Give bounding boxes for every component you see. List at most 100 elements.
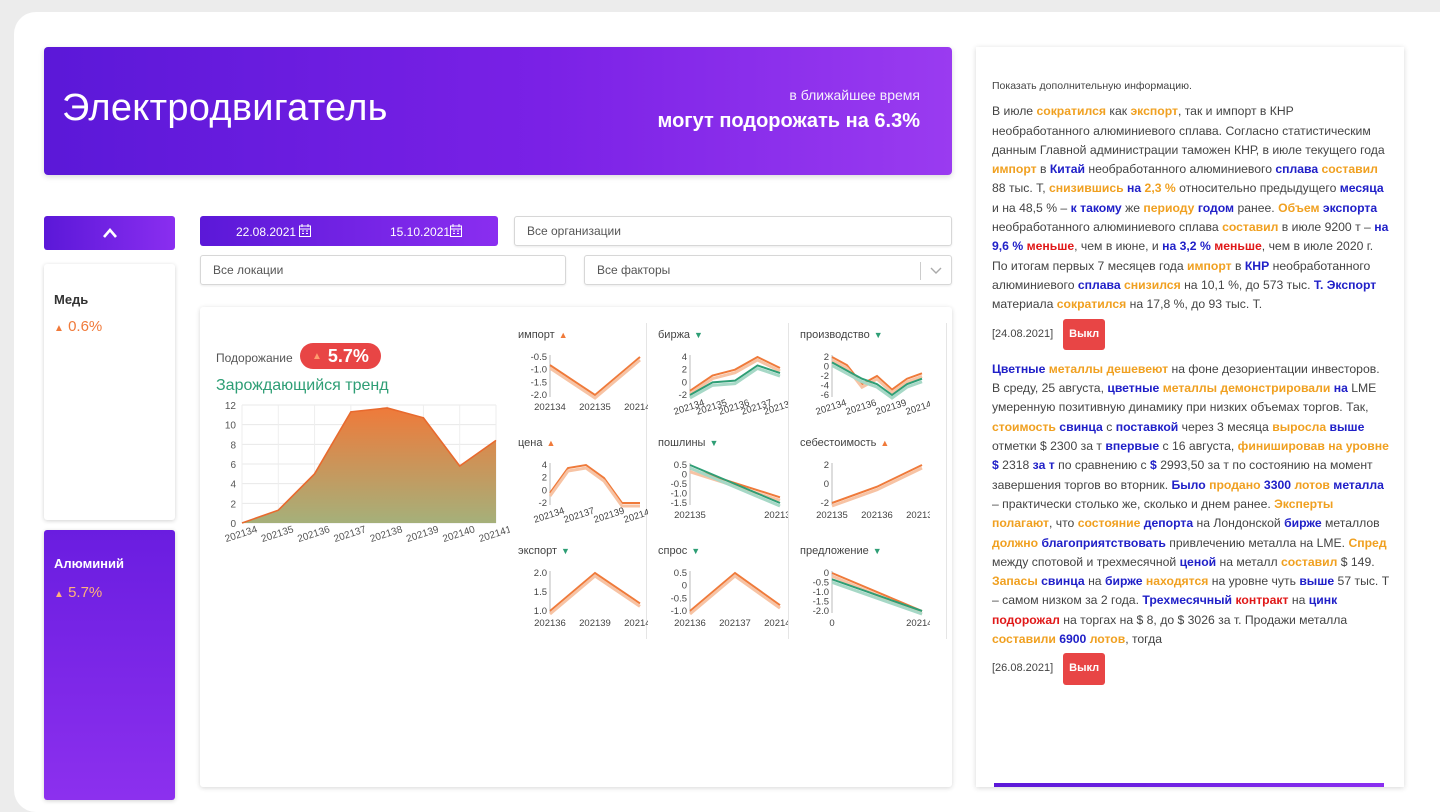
y-tick-label: 6: [230, 460, 236, 471]
x-tick-label: 202141: [906, 618, 930, 629]
x-tick-label: 202139: [874, 397, 908, 417]
news-date: [26.08.2021]: [992, 662, 1054, 675]
news-date-row: [24.08.2021] Выкл: [992, 318, 1390, 350]
x-tick-label: 202138: [369, 524, 405, 545]
y-tick-label: 2: [824, 460, 829, 471]
date-from[interactable]: 22.08.2021: [236, 225, 296, 239]
triangle-up-icon: ▲: [558, 330, 568, 340]
y-tick-label: 0: [230, 519, 236, 530]
y-tick-label: -1.5: [531, 377, 547, 388]
forecast-headline: могут подорожать на 6.3%: [657, 110, 920, 132]
x-tick-label: 202138: [906, 510, 930, 521]
news-date-row: [26.08.2021] Выкл: [992, 653, 1390, 685]
metal-card-copper[interactable]: Медь ▲ 0.6%: [44, 264, 175, 520]
x-tick-label: 202135: [579, 402, 611, 413]
metal-name: Алюминий: [54, 556, 125, 571]
mini-chart-title: пошлины ▼: [658, 437, 719, 449]
triangle-up-icon: ▲: [54, 589, 64, 600]
y-tick-label: 2: [542, 473, 547, 484]
x-tick-label: 202141: [904, 397, 930, 417]
y-tick-label: 0: [824, 479, 829, 490]
y-tick-label: 2.0: [534, 568, 547, 579]
x-tick-label: 202139: [592, 505, 626, 525]
mini-chart: 20-2-4-6202134202136202139202141: [814, 352, 930, 418]
x-tick-label: 202136: [861, 510, 893, 521]
triangle-down-icon: ▼: [872, 546, 882, 556]
triangle-down-icon: ▼: [561, 546, 570, 556]
triangle-down-icon: ▼: [691, 546, 701, 556]
y-tick-label: -2.0: [813, 606, 829, 617]
collapse-button[interactable]: [44, 216, 175, 250]
date-range-picker[interactable]: 22.08.2021 15.10.2021: [200, 216, 498, 246]
y-tick-label: 8: [230, 440, 236, 451]
locations-select[interactable]: Все локации: [200, 255, 566, 285]
news-feed: Показать дополнительную информацию. В ию…: [976, 47, 1404, 787]
forecast-subtitle: в ближайшее время: [789, 87, 920, 103]
mini-chart: 2.0 1.5 1.0202136 202139 202140: [534, 568, 648, 629]
y-tick-label: 0: [682, 581, 687, 592]
x-tick-label: 202139: [579, 618, 611, 629]
organizations-select[interactable]: Все организации: [514, 216, 952, 246]
trend-title: Зарождающийся тренд: [216, 377, 389, 394]
triangle-down-icon: ▼: [709, 438, 719, 448]
y-tick-label: 0: [682, 377, 687, 388]
series-line: [831, 464, 923, 504]
calendar-icon[interactable]: [299, 224, 311, 237]
y-tick-label: 4: [682, 352, 687, 363]
x-tick-label: 202137: [562, 505, 596, 525]
series-line: [831, 578, 923, 612]
x-tick-label: 202141: [622, 505, 648, 525]
metal-change: ▲ 0.6%: [54, 318, 103, 335]
column-divider: [946, 323, 947, 639]
area-series: [242, 407, 496, 523]
y-tick-label: -1.5: [671, 498, 687, 509]
news-date: [24.08.2021]: [992, 327, 1054, 340]
toggle-off-button[interactable]: Выкл: [1063, 653, 1106, 685]
x-tick-label: 0: [829, 618, 834, 629]
mini-chart-title: биржа ▼: [658, 329, 703, 341]
triangle-up-icon: ▲: [54, 323, 64, 334]
triangle-up-icon: ▲: [880, 438, 890, 448]
date-to[interactable]: 15.10.2021: [390, 225, 450, 239]
news-text: Цветные металлы дешевеют на фоне дезорие…: [992, 361, 1390, 647]
x-tick-label: 202135: [816, 510, 848, 521]
news-text: В июле сократился как экспорт, так и имп…: [992, 104, 1389, 312]
mini-chart: -0.5 -1.0-1.5 -2.0202134 202135 202140: [531, 352, 648, 413]
y-tick-label: 4: [542, 460, 547, 471]
factors-select[interactable]: Все факторы: [584, 255, 952, 285]
y-tick-label: 4: [230, 480, 236, 491]
rise-badge: ▲ 5.7%: [300, 343, 381, 369]
x-tick-label: 202134: [534, 402, 566, 413]
series-line: [689, 464, 781, 504]
mini-chart-title: производство ▼: [800, 329, 883, 341]
mini-chart: 0.5 0-0.5 -1.0202136 202137 202141: [671, 568, 788, 629]
x-tick-label: 202134: [814, 397, 848, 417]
metal-card-aluminium[interactable]: Алюминий ▲ 5.7%: [44, 530, 175, 800]
mini-chart: 420-2202134202135202136202137202138: [672, 352, 788, 418]
divider: [920, 262, 921, 280]
metal-name: Медь: [54, 292, 89, 307]
y-tick-label: -6: [821, 390, 829, 401]
triangle-down-icon: ▼: [694, 330, 703, 340]
analytics-panel: Подорожание ▲ 5.7% Зарождающийся тренд 02…: [200, 307, 952, 787]
x-tick-label: 202134: [224, 524, 260, 545]
y-tick-label: 1.5: [534, 587, 547, 598]
product-title: Электродвигатель: [62, 87, 388, 129]
x-tick-label: 202140: [624, 618, 648, 629]
series-line: [549, 463, 640, 504]
mini-chart-title: спрос ▼: [658, 545, 701, 557]
x-tick-label: 202137: [333, 524, 369, 545]
show-more-link[interactable]: Показать дополнительную информацию.: [992, 77, 1390, 96]
y-tick-label: -1.0: [671, 606, 687, 617]
x-tick-label: 202139: [405, 524, 441, 545]
news-footer-bar: [994, 783, 1384, 787]
y-tick-label: 1.0: [534, 606, 547, 617]
toggle-off-button[interactable]: Выкл: [1063, 318, 1106, 350]
chevron-down-icon[interactable]: [930, 267, 942, 275]
news-item: Цветные металлы дешевеют на фоне дезорие…: [992, 360, 1390, 685]
calendar-icon[interactable]: [450, 224, 462, 237]
column-divider: [788, 323, 789, 639]
y-tick-label: 12: [225, 401, 237, 412]
x-tick-label: 202134: [532, 505, 566, 525]
x-tick-label: 202136: [674, 618, 706, 629]
